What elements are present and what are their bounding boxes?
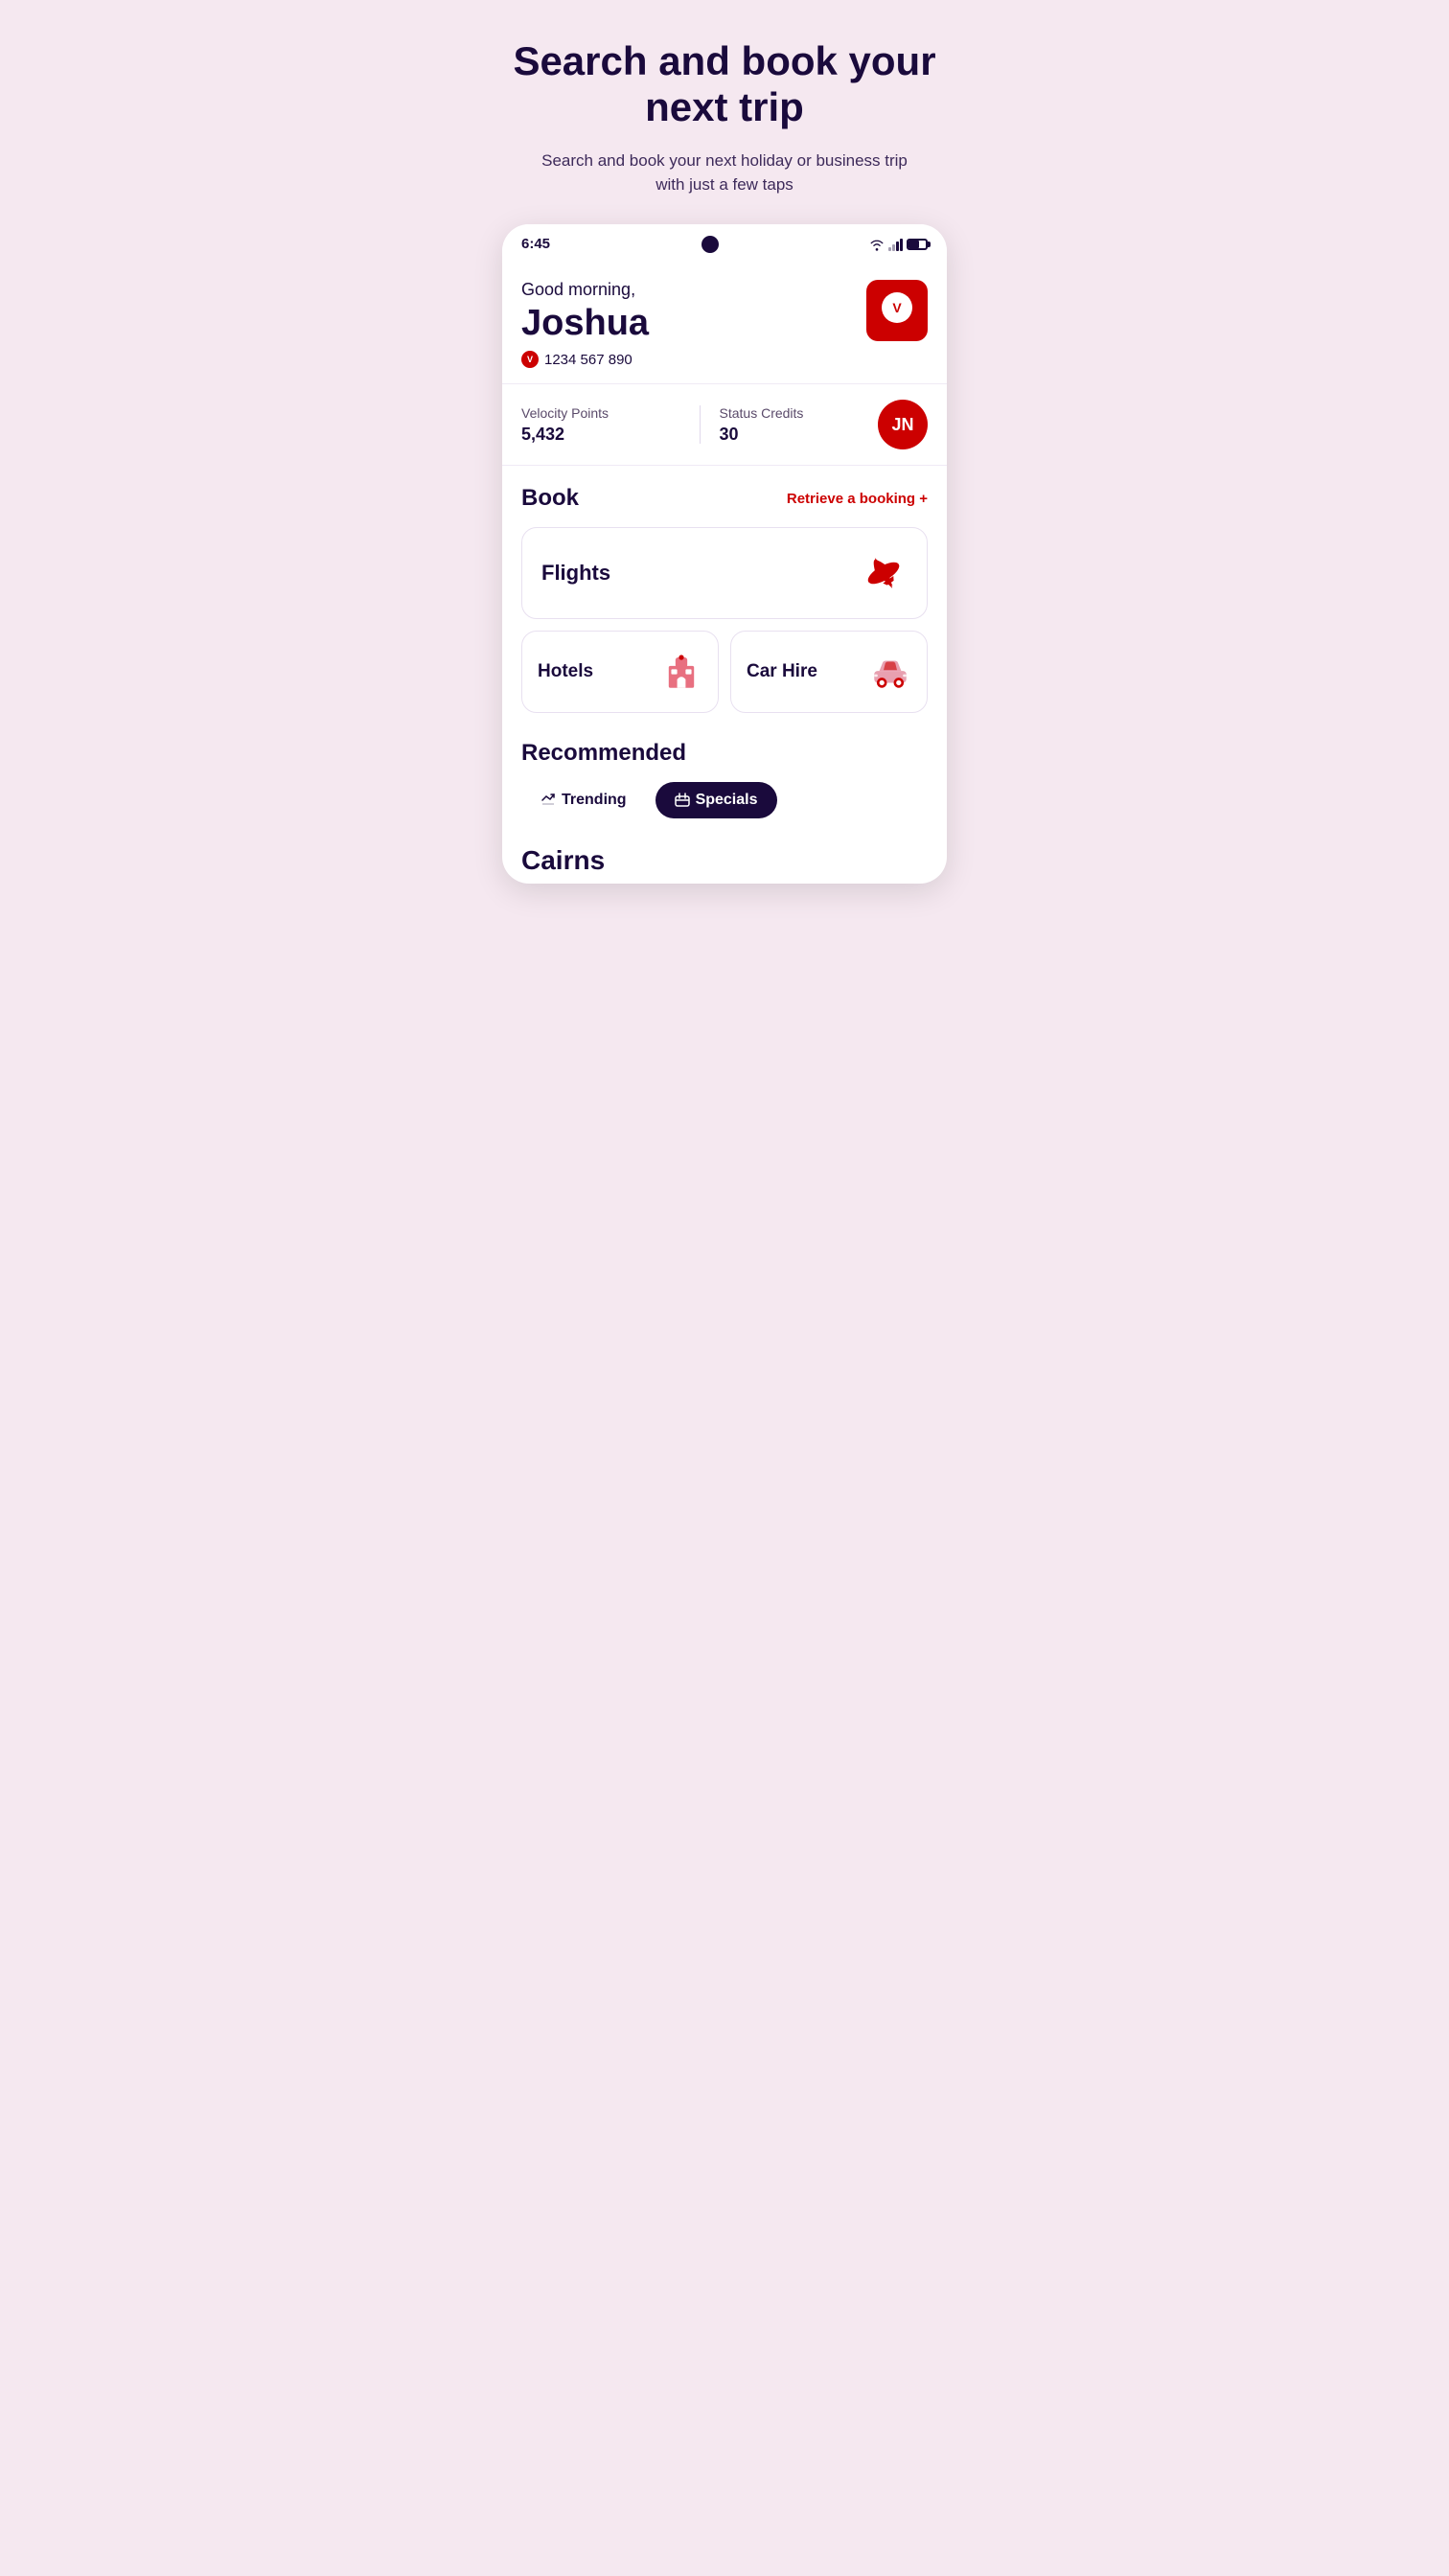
plane-icon	[860, 549, 908, 597]
profile-avatar-wrapper: V	[866, 280, 928, 341]
wifi-icon	[869, 238, 885, 251]
car-hire-card[interactable]: Car Hire	[730, 631, 928, 713]
car-hire-label: Car Hire	[747, 661, 817, 682]
book-title: Book	[521, 485, 579, 512]
tab-specials[interactable]: Specials	[656, 782, 777, 818]
avatar-label: V	[880, 290, 914, 330]
hero-title: Search and book your next trip	[506, 38, 943, 131]
jn-initials: JN	[891, 415, 913, 435]
hotels-card[interactable]: Hotels	[521, 631, 719, 713]
user-name: Joshua	[521, 304, 649, 344]
status-bar: 6:45	[502, 224, 947, 261]
membership-row: V 1234 567 890	[521, 351, 649, 368]
trending-icon	[540, 793, 556, 808]
points-section: Velocity Points 5,432 Status Credits 30 …	[502, 384, 947, 466]
recommended-title: Recommended	[521, 740, 928, 767]
status-credits-label: Status Credits	[720, 405, 879, 421]
signal-icon	[888, 238, 903, 251]
destination-name: Cairns	[521, 834, 928, 884]
trending-label: Trending	[562, 792, 627, 809]
bottom-cards: Hotels Car Hire	[521, 631, 928, 713]
phone-mockup: 6:45	[502, 224, 947, 885]
hotels-label: Hotels	[538, 661, 593, 682]
velocity-points-label: Velocity Points	[521, 405, 680, 421]
velocity-badge: V	[521, 351, 539, 368]
svg-text:V: V	[892, 300, 902, 315]
profile-info: Good morning, Joshua V 1234 567 890	[521, 280, 649, 369]
book-header: Book Retrieve a booking +	[521, 485, 928, 512]
velocity-points-group: Velocity Points 5,432	[521, 405, 680, 445]
hotel-icon	[660, 651, 702, 693]
points-divider	[700, 405, 701, 444]
status-credits-value: 30	[720, 425, 879, 445]
status-icons	[869, 238, 928, 251]
tabs-row: Trending Specials	[521, 782, 928, 818]
status-time: 6:45	[521, 236, 550, 252]
tab-trending[interactable]: Trending	[521, 782, 646, 818]
profile-section: Good morning, Joshua V 1234 567 890 V	[502, 261, 947, 385]
profile-avatar-button[interactable]: V	[866, 280, 928, 341]
battery-icon	[907, 239, 928, 250]
flights-card[interactable]: Flights	[521, 527, 928, 619]
membership-number: 1234 567 890	[544, 352, 632, 368]
jn-avatar: JN	[878, 400, 928, 449]
retrieve-booking-link[interactable]: Retrieve a booking +	[787, 491, 928, 507]
specials-icon	[675, 793, 690, 808]
status-credits-group: Status Credits 30	[720, 405, 879, 445]
specials-label: Specials	[696, 792, 758, 809]
hero-section: Search and book your next trip Search an…	[506, 38, 943, 224]
greeting-text: Good morning,	[521, 280, 649, 300]
recommended-section: Recommended Trending	[502, 740, 947, 884]
camera-notch	[702, 236, 719, 253]
flights-label: Flights	[541, 561, 610, 586]
velocity-points-value: 5,432	[521, 425, 680, 445]
book-section: Book Retrieve a booking + Flights	[502, 466, 947, 740]
hero-subtitle: Search and book your next holiday or bus…	[533, 149, 916, 197]
avatar-v-icon: V	[880, 290, 914, 325]
car-icon	[869, 651, 911, 693]
